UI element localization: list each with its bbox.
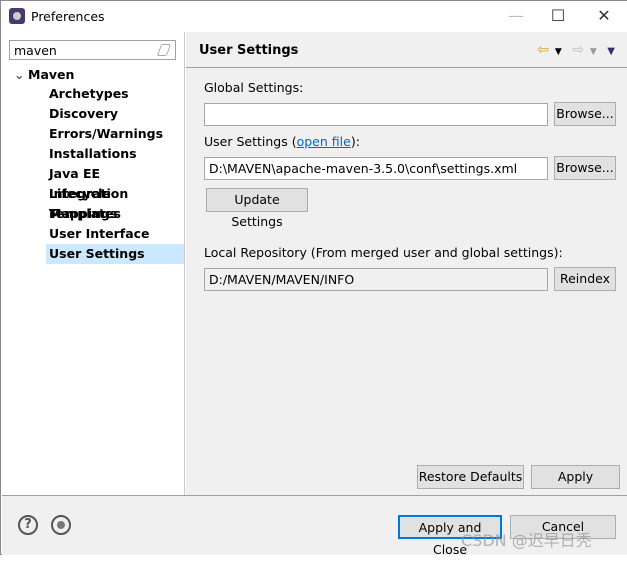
global-browse-button[interactable]: Browse... — [554, 102, 616, 126]
import-export-icon[interactable] — [51, 515, 71, 535]
restore-defaults-button[interactable]: Restore Defaults — [417, 465, 524, 489]
user-browse-button[interactable]: Browse... — [554, 156, 616, 180]
open-file-link[interactable]: open file — [297, 134, 351, 149]
tree-item[interactable]: Errors/Warnings — [46, 124, 184, 144]
preferences-window: Preferences — ☐ ✕ ⌄Maven Archetypes Disc… — [0, 0, 627, 557]
tree-item[interactable]: Discovery — [46, 104, 184, 124]
tree-item-maven[interactable]: ⌄ Maven — [14, 67, 74, 82]
reindex-button[interactable]: Reindex — [554, 267, 616, 291]
tree-item[interactable]: Installations — [46, 144, 184, 164]
minimize-button[interactable]: — — [494, 5, 538, 27]
tree-item[interactable]: User Interface — [46, 224, 184, 244]
chevron-down-icon[interactable]: ⌄ — [14, 67, 28, 82]
global-settings-label: Global Settings: — [204, 80, 304, 95]
help-icon[interactable]: ? — [18, 515, 38, 535]
divider — [186, 67, 627, 68]
forward-dropdown-icon[interactable]: ▼ — [590, 47, 597, 57]
eclipse-icon — [9, 8, 25, 24]
filter-input[interactable] — [9, 40, 176, 60]
apply-button[interactable]: Apply — [531, 465, 620, 489]
view-menu-icon[interactable]: ▼ — [607, 46, 615, 57]
back-icon[interactable]: ⇦ — [537, 42, 549, 58]
title-bar: Preferences — ☐ ✕ — [1, 1, 627, 32]
page-title: User Settings — [199, 43, 299, 58]
label-text: ): — [350, 134, 360, 149]
local-repository-field: D:/MAVEN/MAVEN/INFO — [204, 268, 548, 291]
window-title: Preferences — [31, 9, 105, 24]
global-settings-input[interactable] — [204, 103, 548, 126]
tree-item[interactable]: Templates — [46, 204, 184, 224]
maximize-button[interactable]: ☐ — [536, 5, 580, 27]
settings-panel: User Settings ⇦ ▼ ⇨ ▼ ▼ Global Settings: B… — [186, 32, 627, 495]
tree-item[interactable]: Archetypes — [46, 84, 184, 104]
tree-item[interactable]: Java EE Integration — [46, 164, 184, 201]
back-dropdown-icon[interactable]: ▼ — [555, 47, 562, 57]
tree-item-selected[interactable]: User Settings — [46, 244, 184, 264]
local-repository-label: Local Repository (From merged user and g… — [204, 245, 563, 260]
forward-icon[interactable]: ⇨ — [572, 42, 584, 58]
update-settings-button[interactable]: Update Settings — [206, 188, 308, 229]
tree: Archetypes Discovery Errors/Warnings Ins… — [46, 84, 184, 264]
close-button[interactable]: ✕ — [582, 5, 626, 27]
tree-label: Maven — [28, 67, 75, 82]
watermark: CSDN @迟早日秃 — [461, 531, 592, 550]
label-text: User Settings ( — [204, 134, 297, 149]
sidebar: ⌄Maven Archetypes Discovery Errors/Warni… — [2, 32, 185, 495]
user-settings-input[interactable]: D:\MAVEN\apache-maven-3.5.0\conf\setting… — [204, 157, 548, 180]
user-settings-label: User Settings (open file): — [204, 134, 360, 149]
